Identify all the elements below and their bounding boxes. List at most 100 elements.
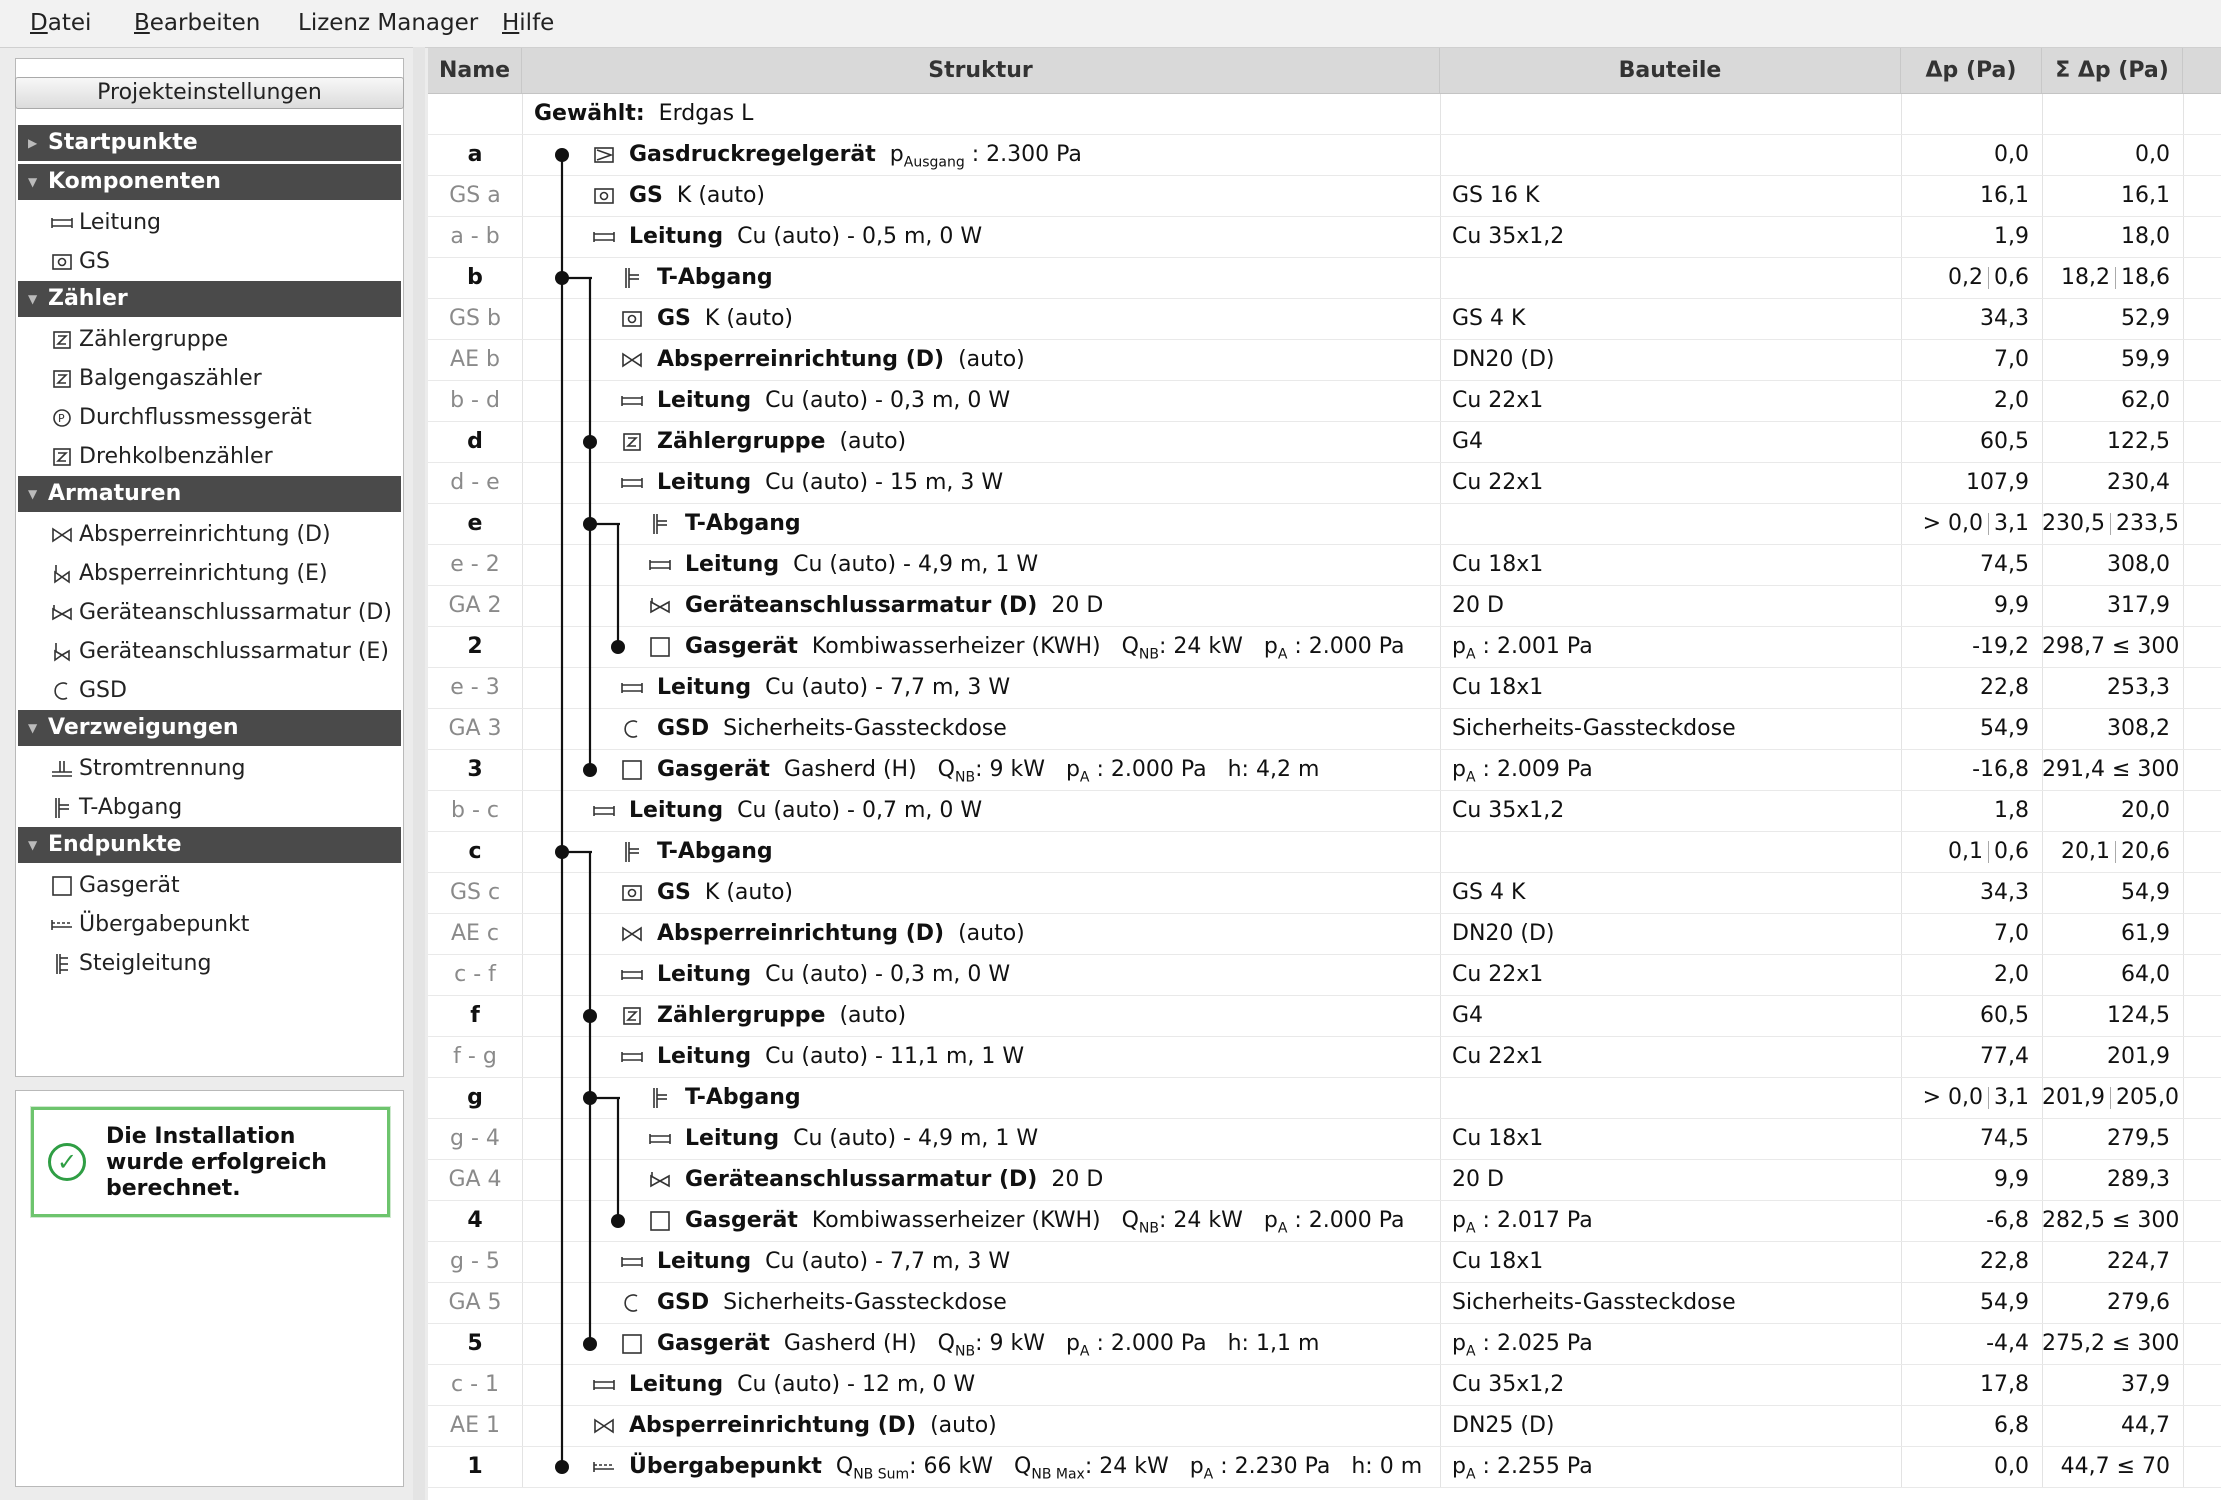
row-name: b - d [450, 388, 500, 413]
pipe-icon [649, 554, 671, 576]
table-row[interactable]: g - 4 Leitung Cu (auto) - 4,9 m, 1 W Cu 18x… [428, 1119, 2221, 1160]
table-row[interactable]: AE 1 Absperreinrichtung (D) (auto) DN25 (D)… [428, 1406, 2221, 1447]
component-type: Leitung [629, 798, 724, 823]
table-row[interactable]: AE c Absperreinrichtung (D) (auto) DN20 (D)… [428, 914, 2221, 955]
bauteile-cell [1440, 1078, 1900, 1118]
bauteile-cell: DN20 (D) [1452, 347, 1555, 372]
palette-category-startpunkte[interactable]: ▶ Startpunkte [18, 125, 401, 164]
palette-category-komponenten[interactable]: ▼ Komponenten [18, 164, 401, 203]
table-row[interactable]: g T-Abgang > 0,0 3,1 201,9 205,0 [428, 1078, 2221, 1119]
table-row[interactable]: b - c Leitung Cu (auto) - 0,7 m, 0 W Cu 35x… [428, 791, 2221, 832]
project-settings-button[interactable]: Projekteinstellungen [15, 77, 404, 109]
bauteile-cell: GS 16 K [1452, 183, 1540, 208]
palette-item[interactable]: Stromtrennung [18, 749, 401, 788]
palette-item[interactable]: Geräteanschlussarmatur (E) [18, 632, 401, 671]
palette-item[interactable]: Übergabepunkt [18, 905, 401, 944]
palette-item[interactable]: Steigleitung [18, 944, 401, 983]
table-row[interactable]: GS c GS K (auto) GS 4 K 34,3 54,9 [428, 873, 2221, 914]
row-name: d [467, 429, 483, 454]
menu-bearbeiten[interactable]: Bearbeiten [134, 10, 260, 36]
palette-item[interactable]: GS [18, 242, 401, 281]
stream-split-icon [51, 758, 73, 780]
header-bauteile[interactable]: Bauteile [1440, 48, 1901, 93]
header-dp[interactable]: Δp (Pa) [1901, 48, 2042, 93]
table-row[interactable]: g - 5 Leitung Cu (auto) - 7,7 m, 3 W Cu 18x… [428, 1242, 2221, 1283]
table-row[interactable]: Gewählt: Erdgas L [428, 94, 2221, 135]
palette-item[interactable]: P Durchflussmessgerät [18, 398, 401, 437]
table-row[interactable]: 1 Übergabepunkt QNB Sum: 66 kW QNB Max: 24… [428, 1447, 2221, 1488]
palette-item[interactable]: Absperreinrichtung (D) [18, 515, 401, 554]
column-divider [2183, 1324, 2184, 1364]
menu-datei[interactable]: Datei [30, 10, 91, 36]
table-row[interactable]: c - f Leitung Cu (auto) - 0,3 m, 0 W Cu 22x… [428, 955, 2221, 996]
transfer-point-icon [51, 914, 73, 936]
table-row[interactable]: AE b Absperreinrichtung (D) (auto) DN20 (D)… [428, 340, 2221, 381]
sum-dp-cell: 59,9 [2121, 347, 2170, 372]
table-row[interactable]: 3 Gasgerät Gasherd (H) QNB: 9 kW pA : 2.00… [428, 750, 2221, 791]
table-row[interactable]: a - b Leitung Cu (auto) - 0,5 m, 0 W Cu 35x… [428, 217, 2221, 258]
gas-pressure-regulator-icon [621, 308, 643, 330]
table-row[interactable]: GA 4 Geräteanschlussarmatur (D) 20 D 20 D 9,… [428, 1160, 2221, 1201]
sum-dp-cell: 282,5 ≤ 300 [2042, 1208, 2180, 1233]
palette-item[interactable]: Balgengaszähler [18, 359, 401, 398]
table-row[interactable]: a Gasdruckregelgerät pAusgang : 2.300 Pa 0,… [428, 135, 2221, 176]
structure-cell: Übergabepunkt QNB Sum: 66 kW QNB Max: 24 … [629, 1447, 1422, 1487]
palette-item[interactable]: T-Abgang [18, 788, 401, 827]
palette-category-armaturen[interactable]: ▼ Armaturen [18, 476, 401, 515]
table-row[interactable]: f - g Leitung Cu (auto) - 11,1 m, 1 W Cu 22… [428, 1037, 2221, 1078]
valve-icon [621, 923, 643, 945]
palette-category-label: Endpunkte [48, 832, 182, 857]
palette-item[interactable]: Absperreinrichtung (E) [18, 554, 401, 593]
palette-item[interactable]: Zählergruppe [18, 320, 401, 359]
table-row[interactable]: c T-Abgang 0,1 0,6 20,1 20,6 [428, 832, 2221, 873]
table-row[interactable]: f Zählergruppe (auto) G4 60,5 124,5 [428, 996, 2221, 1037]
table-row[interactable]: c - 1 Leitung Cu (auto) - 12 m, 0 W Cu 35x1… [428, 1365, 2221, 1406]
palette-category-zähler[interactable]: ▼ Zähler [18, 281, 401, 320]
palette-category-verzweigungen[interactable]: ▼ Verzweigungen [18, 710, 401, 749]
column-divider [522, 627, 523, 667]
menu-hilfe[interactable]: Hilfe [502, 10, 554, 36]
palette-item[interactable]: Gasgerät [18, 866, 401, 905]
component-description: (auto) [930, 1413, 997, 1438]
palette-item-label: Stromtrennung [79, 756, 246, 781]
triangle-down-icon: ▼ [28, 838, 38, 852]
table-row[interactable]: GA 2 Geräteanschlussarmatur (D) 20 D 20 D 9,… [428, 586, 2221, 627]
palette-category-endpunkte[interactable]: ▼ Endpunkte [18, 827, 401, 866]
gas-appliance-icon [649, 1210, 671, 1232]
palette-item[interactable]: GSD [18, 671, 401, 710]
table-row[interactable]: 4 Gasgerät Kombiwasserheizer (KWH) QNB: 24… [428, 1201, 2221, 1242]
table-row[interactable]: b - d Leitung Cu (auto) - 0,3 m, 0 W Cu 22x… [428, 381, 2221, 422]
palette-item[interactable]: Leitung [18, 203, 401, 242]
table-row[interactable]: b T-Abgang 0,2 0,6 18,2 18,6 [428, 258, 2221, 299]
sum-dp-cell: 20,1 20,6 [2061, 839, 2170, 864]
header-sum-dp[interactable]: Σ Δp (Pa) [2042, 48, 2183, 93]
palette-item[interactable]: Drehkolbenzähler [18, 437, 401, 476]
table-row[interactable]: 5 Gasgerät Gasherd (H) QNB: 9 kW pA : 2.00… [428, 1324, 2221, 1365]
table-row[interactable]: GS a GS K (auto) GS 16 K 16,1 16,1 [428, 176, 2221, 217]
table-row[interactable]: e - 3 Leitung Cu (auto) - 7,7 m, 3 W Cu 18x… [428, 668, 2221, 709]
calculation-table: Name Struktur Bauteile Δp (Pa) Σ Δp (Pa)… [428, 48, 2221, 1500]
bauteile-cell: Cu 22x1 [1452, 962, 1544, 987]
palette-item[interactable]: Geräteanschlussarmatur (D) [18, 593, 401, 632]
table-row[interactable]: GA 3 GSD Sicherheits-Gassteckdose Sicherhei… [428, 709, 2221, 750]
structure-cell: Absperreinrichtung (D) (auto) [629, 1406, 997, 1446]
dp-cell: 22,8 [1980, 675, 2029, 700]
sum-dp-cell [2042, 94, 2182, 134]
table-row[interactable]: d - e Leitung Cu (auto) - 15 m, 3 W Cu 22x1… [428, 463, 2221, 504]
table-row[interactable]: GS b GS K (auto) GS 4 K 34,3 52,9 [428, 299, 2221, 340]
menu-lizenz-manager[interactable]: Lizenz Manager [298, 10, 478, 36]
gas-appliance-icon [649, 636, 671, 658]
header-struktur[interactable]: Struktur [522, 48, 1440, 93]
table-row[interactable]: GA 5 GSD Sicherheits-Gassteckdose Sicherhei… [428, 1283, 2221, 1324]
component-description: (auto) [839, 429, 907, 454]
panel-splitter[interactable] [413, 47, 425, 1500]
column-divider [522, 545, 523, 585]
table-row[interactable]: d Zählergruppe (auto) G4 60,5 122,5 [428, 422, 2221, 463]
t-branch-icon [621, 267, 643, 289]
table-row[interactable]: e - 2 Leitung Cu (auto) - 4,9 m, 1 W Cu 18x… [428, 545, 2221, 586]
table-row[interactable]: 2 Gasgerät Kombiwasserheizer (KWH) QNB: 24… [428, 627, 2221, 668]
header-name[interactable]: Name [428, 48, 522, 93]
column-divider [2183, 914, 2184, 954]
bauteile-cell [1440, 504, 1900, 544]
table-row[interactable]: e T-Abgang > 0,0 3,1 230,5 233,5 [428, 504, 2221, 545]
